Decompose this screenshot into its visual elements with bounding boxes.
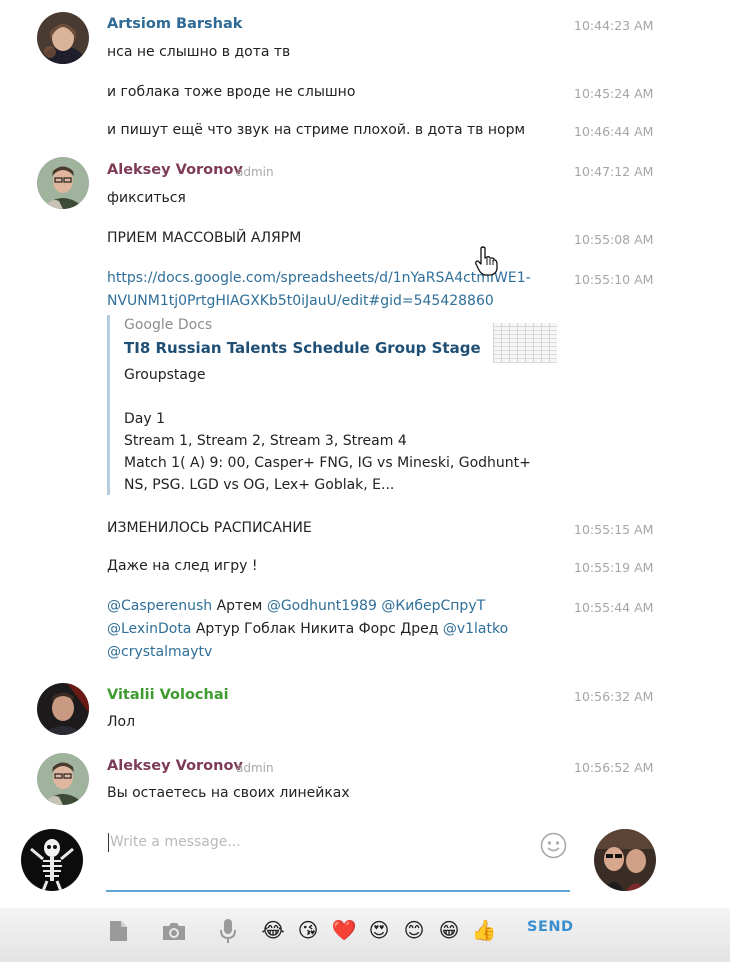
message-text: Лол: [107, 714, 136, 730]
emoji-blush[interactable]: 😊: [400, 916, 428, 944]
mention-link[interactable]: @Casperenush: [107, 598, 212, 614]
file-icon[interactable]: [104, 916, 132, 946]
message-time: 10:55:19 AM: [574, 560, 654, 575]
message-time: 10:55:08 AM: [574, 232, 654, 247]
emoji-grin[interactable]: 😁: [435, 916, 463, 944]
link-line[interactable]: NVUNM1tj0PrtgHIAGXKb5t0iJauU/edit#gid=54…: [107, 290, 531, 313]
avatar-vitalii[interactable]: [37, 683, 89, 735]
message-time: 10:56:32 AM: [574, 689, 654, 704]
message-input[interactable]: Write a message...: [110, 834, 241, 850]
mention-link[interactable]: @Godhunt1989: [267, 598, 377, 614]
message-time: 10:55:44 AM: [574, 600, 654, 615]
hand-cursor-icon: [474, 246, 498, 276]
preview-site-name: Google Docs: [124, 317, 213, 333]
message-link[interactable]: https://docs.google.com/spreadsheets/d/1…: [107, 267, 531, 313]
message-text: и пишут ещё что звук на стриме плохой. в…: [107, 122, 526, 138]
message-time: 10:55:15 AM: [574, 522, 654, 537]
message-text: ИЗМЕНИЛОСЬ РАСПИСАНИЕ: [107, 520, 312, 536]
mention-link[interactable]: @v1latko: [443, 621, 508, 637]
preview-thumbnail[interactable]: [493, 323, 557, 363]
composer: Write a message...: [0, 820, 730, 908]
message-time: 10:56:52 AM: [574, 760, 654, 775]
preview-title[interactable]: TI8 Russian Talents Schedule Group Stage: [124, 339, 481, 357]
mention-link[interactable]: @crystalmaytv: [107, 644, 212, 660]
message-time: 10:44:23 AM: [574, 18, 654, 33]
sender-name[interactable]: Aleksey Voronov: [107, 758, 243, 774]
message-text: и гоблака тоже вроде не слышно: [107, 84, 356, 100]
emoji-kiss[interactable]: 😘: [294, 916, 322, 944]
message-text: нса не слышно в дота тв: [107, 44, 291, 60]
preview-description: Groupstage Day 1 Stream 1, Stream 2, Str…: [124, 367, 531, 493]
emoji-joy[interactable]: 😂: [259, 916, 287, 944]
emoji-thumbs-up[interactable]: 👍: [470, 916, 498, 944]
camera-icon[interactable]: [160, 916, 188, 946]
sender-name[interactable]: Artsiom Barshak: [107, 16, 242, 32]
emoji-heart[interactable]: ❤️: [330, 916, 358, 944]
message-text: Вы остаетесь на своих линейках: [107, 785, 350, 801]
send-button[interactable]: SEND: [527, 919, 574, 935]
sender-name[interactable]: Vitalii Volochai: [107, 687, 229, 703]
microphone-icon[interactable]: [214, 916, 242, 946]
smiley-icon[interactable]: [540, 832, 567, 859]
emoji-heart-eyes[interactable]: 😍: [365, 916, 393, 944]
text-caret: [108, 833, 109, 852]
mention-link[interactable]: @КиберСпруТ: [381, 598, 485, 614]
avatar-peer[interactable]: [594, 829, 656, 891]
link-line[interactable]: https://docs.google.com/spreadsheets/d/1…: [107, 267, 531, 290]
avatar-aleksey[interactable]: [37, 157, 89, 209]
link-preview[interactable]: Google Docs TI8 Russian Talents Schedule…: [107, 315, 560, 495]
message-text: фикситься: [107, 190, 186, 206]
message-time: 10:55:10 AM: [574, 272, 654, 287]
message-text: Даже на след игру !: [107, 558, 258, 574]
avatar-aleksey[interactable]: [37, 753, 89, 805]
message-time: 10:45:24 AM: [574, 86, 654, 101]
message-text: @Casperenush Артем @Godhunt1989 @КиберСп…: [107, 595, 508, 664]
sender-name[interactable]: Aleksey Voronov: [107, 162, 243, 178]
message-time: 10:47:12 AM: [574, 164, 654, 179]
mention-link[interactable]: @LexinDota: [107, 621, 191, 637]
message-input-underline: [106, 890, 570, 892]
composer-toolbar: 😂 😘 ❤️ 😍 😊 😁 👍 SEND: [0, 908, 730, 962]
message-history: Artsiom Barshak нса не слышно в дота тв …: [0, 0, 730, 820]
avatar-self[interactable]: [21, 829, 83, 891]
message-fragment: Артур Гоблак Никита Форс Дред: [191, 621, 443, 637]
message-text: ПРИЕМ МАССОВЫЙ АЛЯРМ: [107, 230, 302, 246]
message-time: 10:46:44 AM: [574, 124, 654, 139]
avatar-artsiom[interactable]: [37, 12, 89, 64]
admin-badge: admin: [236, 165, 274, 179]
message-fragment: Артем: [212, 598, 267, 614]
admin-badge: admin: [236, 761, 274, 775]
